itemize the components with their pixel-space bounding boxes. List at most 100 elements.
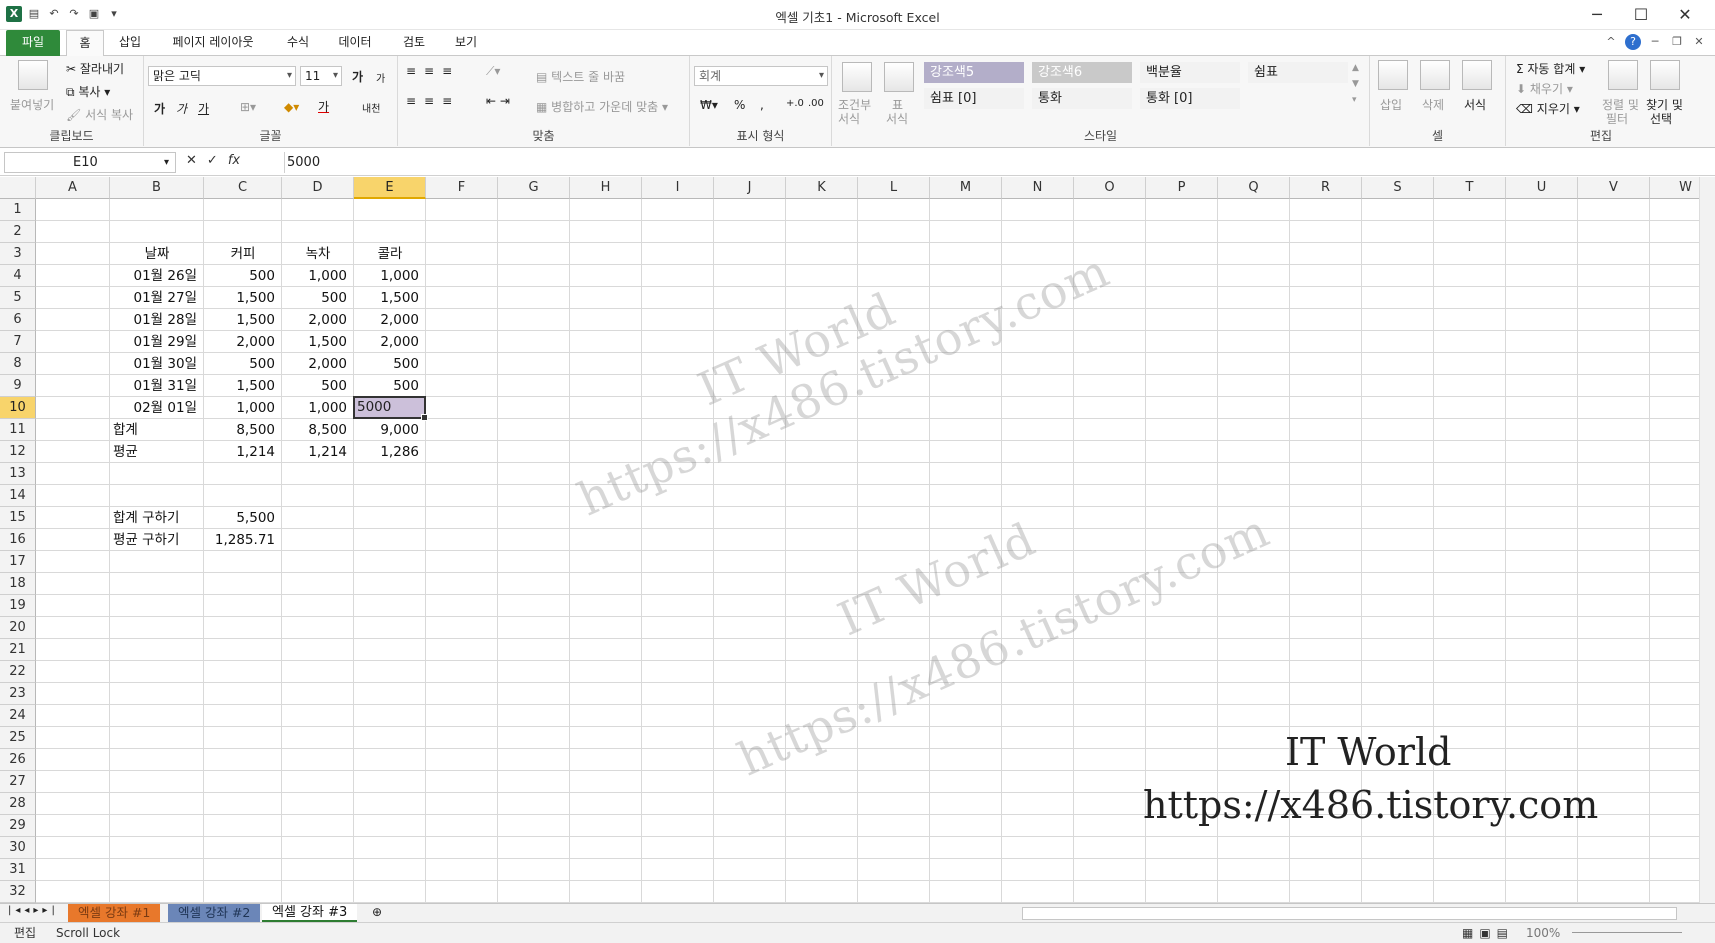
row-header-30[interactable]: 30 xyxy=(0,837,36,859)
style-comma[interactable]: 쉼표 xyxy=(1248,62,1348,83)
row-header-29[interactable]: 29 xyxy=(0,815,36,837)
zoom-slider[interactable] xyxy=(1572,932,1682,933)
sheet-tab-1[interactable]: 엑셀 강좌 #1 xyxy=(68,904,161,922)
tab-page-layout[interactable]: 페이지 레이아웃 xyxy=(160,30,266,56)
calc-avg-cell[interactable]: 1,285.71 xyxy=(204,529,282,551)
format-table-icon[interactable] xyxy=(884,62,914,92)
paste-button[interactable]: 붙여넣기 xyxy=(10,96,54,113)
data-cell[interactable]: 500 xyxy=(282,287,354,309)
column-header-j[interactable]: J xyxy=(714,177,786,199)
row-header-24[interactable]: 24 xyxy=(0,705,36,727)
data-cell[interactable]: 1,000 xyxy=(282,397,354,419)
sum-cell[interactable]: 9,000 xyxy=(354,419,426,441)
data-cell[interactable]: 1,000 xyxy=(204,397,282,419)
name-box[interactable]: E10 xyxy=(4,152,176,173)
avg-cell[interactable]: 1,214 xyxy=(282,441,354,463)
row-header-21[interactable]: 21 xyxy=(0,639,36,661)
avg-label-cell[interactable]: 평균 xyxy=(110,441,204,463)
tab-home[interactable]: 홈 xyxy=(66,30,104,57)
worksheet-grid[interactable]: A B C D E F G H I J K L M N O P Q R S T U V W 1 2 3 4 5 6 7 8 9 10 11 12 13… xyxy=(0,177,1715,903)
calc-sum-label-cell[interactable]: 합계 구하기 xyxy=(110,507,204,529)
data-cell[interactable]: 500 xyxy=(282,375,354,397)
data-cell[interactable]: 01월 30일 xyxy=(110,353,204,375)
number-format-select[interactable]: 회계 xyxy=(694,66,828,86)
sheet-tab-3[interactable]: 엑셀 강좌 #3 xyxy=(262,904,358,922)
cancel-icon[interactable]: ✕ xyxy=(186,153,197,168)
phonetic-button[interactable]: 내천 xyxy=(362,100,380,115)
data-cell[interactable]: 500 xyxy=(354,353,426,375)
cut-button[interactable]: ✂ 잘라내기 xyxy=(66,60,124,77)
data-cell[interactable]: 01월 26일 xyxy=(110,265,204,287)
font-name-select[interactable]: 맑은 고딕 xyxy=(148,66,296,86)
view-buttons[interactable]: ▦▣▤ xyxy=(1462,923,1514,943)
data-cell[interactable]: 500 xyxy=(204,353,282,375)
row-header-28[interactable]: 28 xyxy=(0,793,36,815)
close-button[interactable]: ✕ xyxy=(1663,4,1707,26)
active-cell-e10[interactable]: 5000 xyxy=(353,396,428,421)
row-header-8[interactable]: 8 xyxy=(0,353,36,375)
data-cell[interactable]: 2,000 xyxy=(282,309,354,331)
sheet-tab-2[interactable]: 엑셀 강좌 #2 xyxy=(168,904,261,922)
vertical-align-buttons[interactable]: ≡≡≡ xyxy=(406,64,460,78)
row-header-20[interactable]: 20 xyxy=(0,617,36,639)
bold-button[interactable]: 가 xyxy=(154,100,165,117)
delete-cells-button[interactable]: 삭제 xyxy=(1422,96,1444,113)
row-header-13[interactable]: 13 xyxy=(0,463,36,485)
horizontal-scrollbar[interactable] xyxy=(1022,907,1677,920)
header-cell[interactable]: 콜라 xyxy=(354,243,426,265)
sum-label-cell[interactable]: 합계 xyxy=(110,419,204,441)
calc-avg-label-cell[interactable]: 평균 구하기 xyxy=(110,529,204,551)
delete-cells-icon[interactable] xyxy=(1420,60,1450,90)
italic-button[interactable]: 가 xyxy=(176,100,187,117)
column-header-u[interactable]: U xyxy=(1506,177,1578,199)
sum-cell[interactable]: 8,500 xyxy=(204,419,282,441)
underline-button[interactable]: 가 xyxy=(198,100,209,117)
new-sheet-icon[interactable]: ⊕ xyxy=(372,905,382,919)
data-cell[interactable]: 1,500 xyxy=(282,331,354,353)
row-header-18[interactable]: 18 xyxy=(0,573,36,595)
data-cell[interactable]: 2,000 xyxy=(354,309,426,331)
column-header-e[interactable]: E xyxy=(354,177,426,199)
zoom-level[interactable]: 100% xyxy=(1526,923,1560,943)
tab-view[interactable]: 보기 xyxy=(446,30,486,56)
select-all-corner[interactable] xyxy=(0,177,36,199)
border-button[interactable]: ⊞▾ xyxy=(240,100,256,114)
data-cell[interactable]: 500 xyxy=(354,375,426,397)
data-cell[interactable]: 01월 31일 xyxy=(110,375,204,397)
data-cell[interactable]: 500 xyxy=(204,265,282,287)
style-comma0[interactable]: 쉼표 [0] xyxy=(924,88,1024,109)
style-percent[interactable]: 백분율 xyxy=(1140,62,1240,83)
column-header-n[interactable]: N xyxy=(1002,177,1074,199)
column-header-b[interactable]: B xyxy=(110,177,204,199)
data-cell[interactable]: 1,500 xyxy=(204,287,282,309)
conditional-format-icon[interactable] xyxy=(842,62,872,92)
style-accent6[interactable]: 강조색6 xyxy=(1032,62,1132,83)
row-header-15[interactable]: 15 xyxy=(0,507,36,529)
increase-decimal-button[interactable]: +.0 xyxy=(786,98,804,109)
insert-function-button[interactable]: fx xyxy=(228,153,240,168)
tab-formulas[interactable]: 수식 xyxy=(278,30,318,56)
header-cell[interactable]: 날짜 xyxy=(110,243,204,265)
column-header-l[interactable]: L xyxy=(858,177,930,199)
column-header-r[interactable]: R xyxy=(1290,177,1362,199)
doc-minimize-icon[interactable]: ─ xyxy=(1647,34,1663,50)
data-cell[interactable]: 1,500 xyxy=(204,375,282,397)
style-accent5[interactable]: 강조색5 xyxy=(924,62,1024,83)
column-header-h[interactable]: H xyxy=(570,177,642,199)
data-cell[interactable]: 2,000 xyxy=(354,331,426,353)
style-currency[interactable]: 통화 xyxy=(1032,88,1132,109)
avg-cell[interactable]: 1,286 xyxy=(354,441,426,463)
doc-restore-icon[interactable]: ❐ xyxy=(1669,34,1685,50)
column-header-o[interactable]: O xyxy=(1074,177,1146,199)
row-header-23[interactable]: 23 xyxy=(0,683,36,705)
row-header-12[interactable]: 12 xyxy=(0,441,36,463)
column-header-s[interactable]: S xyxy=(1362,177,1434,199)
comma-button[interactable]: , xyxy=(760,98,764,112)
column-header-p[interactable]: P xyxy=(1146,177,1218,199)
column-header-v[interactable]: V xyxy=(1578,177,1650,199)
insert-cells-icon[interactable] xyxy=(1378,60,1408,90)
data-cell[interactable]: 1,000 xyxy=(354,265,426,287)
accounting-button[interactable]: ₩▾ xyxy=(700,98,718,112)
column-header-m[interactable]: M xyxy=(930,177,1002,199)
shrink-font-button[interactable]: 가 xyxy=(376,70,385,85)
